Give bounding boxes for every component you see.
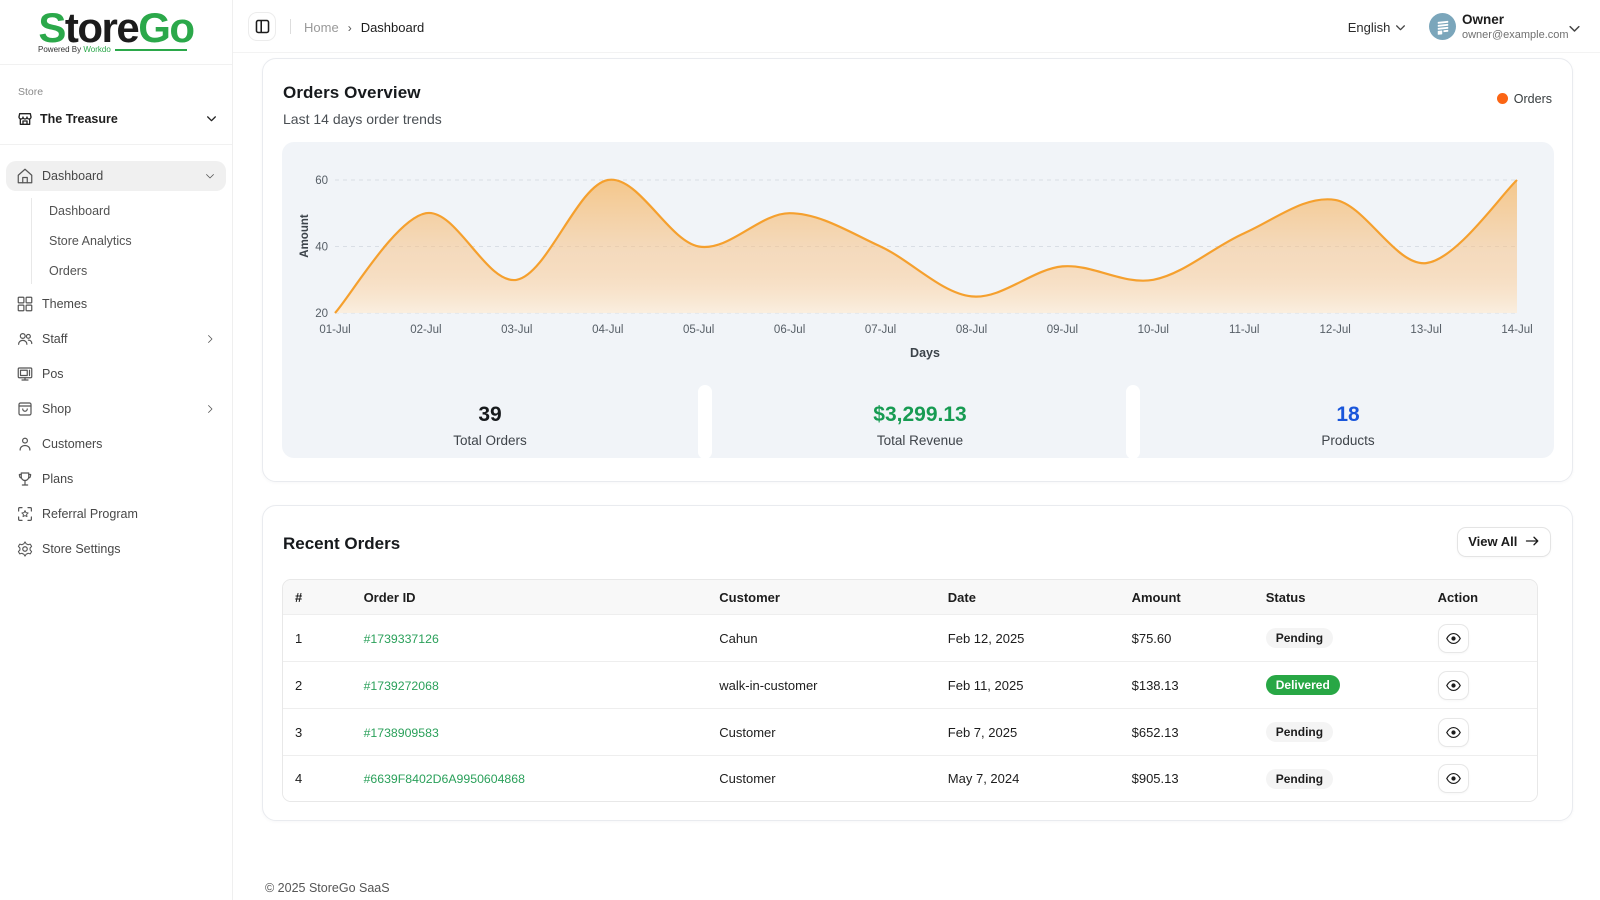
svg-text:04-Jul: 04-Jul (592, 324, 623, 336)
svg-text:03-Jul: 03-Jul (501, 324, 532, 336)
svg-text:02-Jul: 02-Jul (410, 324, 441, 336)
svg-text:07-Jul: 07-Jul (865, 324, 896, 336)
svg-text:11-Jul: 11-Jul (1229, 324, 1259, 336)
svg-text:13-Jul: 13-Jul (1410, 324, 1441, 336)
svg-text:20: 20 (315, 308, 328, 320)
svg-text:01-Jul: 01-Jul (319, 324, 350, 336)
svg-text:05-Jul: 05-Jul (683, 324, 714, 336)
svg-text:10-Jul: 10-Jul (1138, 324, 1169, 336)
svg-text:09-Jul: 09-Jul (1047, 324, 1078, 336)
svg-text:12-Jul: 12-Jul (1320, 324, 1351, 336)
svg-text:06-Jul: 06-Jul (774, 324, 805, 336)
svg-text:40: 40 (315, 242, 328, 254)
svg-text:14-Jul: 14-Jul (1501, 324, 1532, 336)
svg-text:08-Jul: 08-Jul (956, 324, 987, 336)
svg-text:60: 60 (315, 175, 328, 187)
svg-text:Amount: Amount (299, 214, 311, 258)
svg-text:Days: Days (910, 346, 940, 360)
